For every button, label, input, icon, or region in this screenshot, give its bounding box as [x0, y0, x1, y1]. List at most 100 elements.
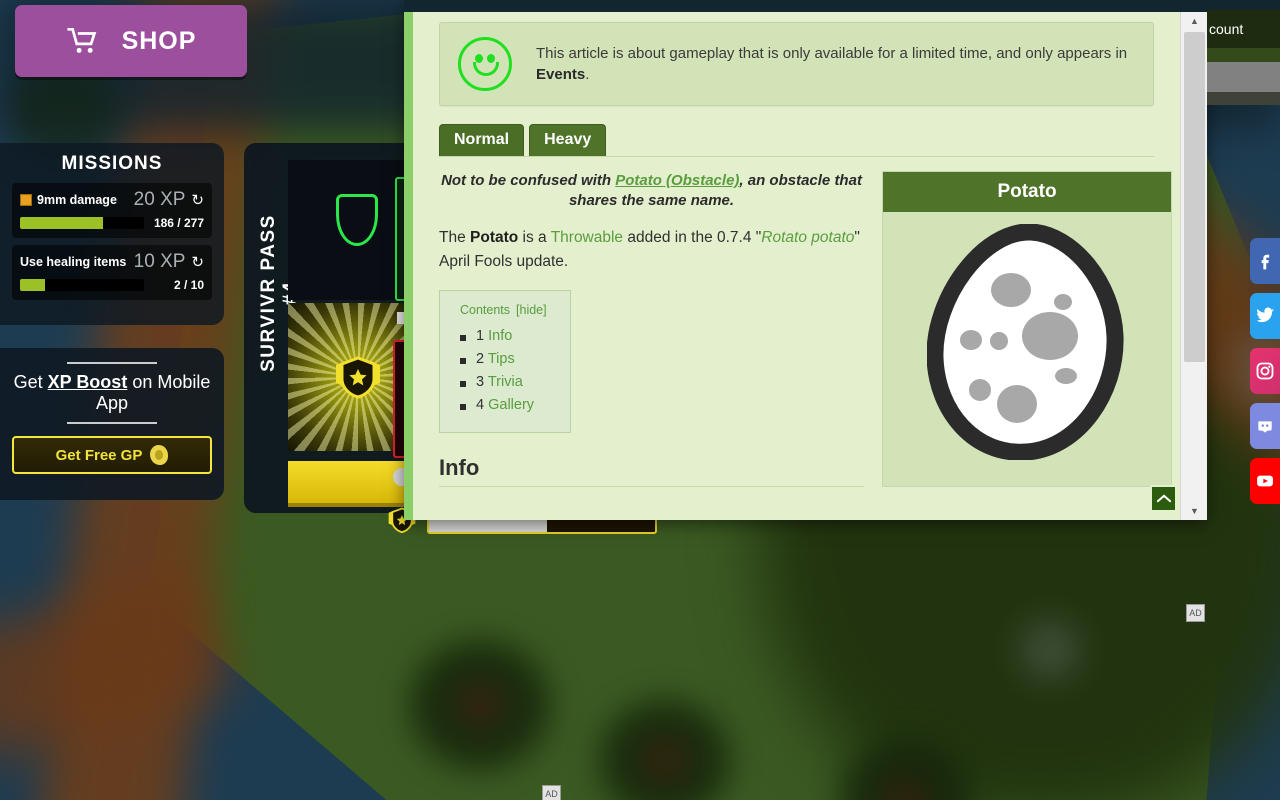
mission-item[interactable]: Use healing items 10 XP ↻ 2 / 10: [12, 245, 212, 300]
variant-tabs: Normal Heavy: [439, 124, 1154, 157]
toc-heading-label: Contents: [460, 302, 511, 317]
facebook-icon[interactable]: [1250, 238, 1280, 284]
toc-hide-toggle[interactable]: [hide]: [516, 303, 547, 317]
youtube-icon[interactable]: [1250, 458, 1280, 504]
toc-item: 3 Trivia: [460, 373, 552, 390]
toc-num: 3: [476, 373, 485, 390]
bg-wiki-search-box[interactable]: [1207, 62, 1280, 92]
wiki-content: This article is about gameplay that is o…: [413, 12, 1180, 520]
mission-xp: 10 XP ↻: [134, 251, 204, 273]
throwable-link[interactable]: Throwable: [551, 229, 623, 246]
xp-boost-panel: Get XP Boost on Mobile App Get Free GP: [0, 348, 224, 500]
missions-title: MISSIONS: [61, 153, 163, 174]
mission-progress-bar: [20, 279, 144, 291]
potato-illustration-icon: [927, 224, 1124, 460]
divider: [67, 422, 157, 424]
notice-events-link[interactable]: Events: [536, 66, 585, 83]
get-free-gp-button[interactable]: Get Free GP: [12, 436, 212, 474]
ad-marker-right[interactable]: AD: [1186, 604, 1205, 622]
bg-wiki-create-account-link[interactable]: count: [1207, 10, 1280, 48]
intro-p3: added in the 0.7.4 ": [623, 228, 762, 246]
mission-label: Use healing items: [20, 255, 127, 269]
wiki-left-stripe: [404, 12, 413, 520]
wiki-scrollbar[interactable]: ▲ ▼: [1180, 12, 1207, 520]
scrollbar-thumb[interactable]: [1184, 32, 1205, 362]
mission-name-row: Use healing items: [20, 255, 126, 269]
toc-link-tips[interactable]: Tips: [488, 351, 515, 367]
mission-progress-label: 2 / 10: [173, 278, 204, 292]
shop-button-label: SHOP: [121, 26, 197, 55]
infobox: Potato: [882, 171, 1172, 487]
rotato-potato-link[interactable]: Rotato potato: [761, 229, 854, 246]
twitter-icon[interactable]: [1250, 293, 1280, 339]
shopping-cart-icon: [66, 27, 100, 54]
toc-link-gallery[interactable]: Gallery: [488, 397, 534, 413]
divider: [67, 362, 157, 364]
discord-icon[interactable]: [1250, 403, 1280, 449]
mission-label: 9mm damage: [37, 193, 117, 207]
intro-p2: is a: [518, 228, 551, 246]
hatnote-before: Not to be confused with: [441, 172, 616, 189]
smiley-face-icon: [458, 37, 512, 91]
potato-obstacle-link[interactable]: Potato (Obstacle): [615, 172, 739, 189]
mission-item[interactable]: 9mm damage 20 XP ↻ 186 / 277: [12, 183, 212, 238]
social-rail: [1250, 238, 1280, 513]
toc-item: 2 Tips: [460, 350, 552, 367]
mission-xp: 20 XP ↻: [134, 189, 204, 211]
refresh-icon[interactable]: ↻: [191, 253, 204, 271]
notice-text-before: This article is about gameplay that is o…: [536, 45, 1128, 62]
xp-prefix: Get: [13, 372, 48, 392]
missions-panel: MISSIONS 9mm damage 20 XP ↻ 186 / 277 Us…: [0, 143, 224, 325]
instagram-icon[interactable]: [1250, 348, 1280, 394]
tab-normal[interactable]: Normal: [439, 124, 525, 156]
toc-item: 1 Info: [460, 327, 552, 344]
notice-text-after: .: [585, 66, 590, 83]
limited-time-notice: This article is about gameplay that is o…: [439, 22, 1154, 106]
section-heading-info: Info: [439, 455, 864, 487]
refresh-icon[interactable]: ↻: [191, 191, 204, 209]
toc-item: 4 Gallery: [460, 396, 552, 413]
shop-button[interactable]: SHOP: [15, 5, 247, 77]
infobox-title: Potato: [883, 172, 1171, 212]
notice-text: This article is about gameplay that is o…: [536, 43, 1135, 85]
xp-boost-text: Get XP Boost on Mobile App: [12, 372, 212, 414]
intro-p1: The: [439, 228, 471, 246]
article-body: Not to be confused with Potato (Obstacle…: [439, 171, 864, 487]
background-wiki-page: count: [1207, 0, 1280, 105]
mission-name-row: 9mm damage: [20, 193, 117, 207]
toc-heading: Contents [hide]: [454, 301, 552, 318]
intro-paragraph: The Potato is a Throwable added in the 0…: [439, 226, 864, 274]
toc-link-trivia[interactable]: Trivia: [488, 374, 523, 390]
bg-wiki-topbar: [1207, 0, 1280, 10]
mission-progress-bar: [20, 217, 144, 229]
wiki-topbar: [404, 0, 1207, 12]
map-rock: [1020, 620, 1080, 680]
hatnote: Not to be confused with Potato (Obstacle…: [439, 171, 864, 212]
toc-num: 1: [476, 327, 485, 344]
get-free-gp-label: Get Free GP: [55, 446, 143, 464]
ammo-icon: [20, 194, 32, 206]
mission-xp-value: 20 XP: [133, 189, 186, 210]
map-bush: [410, 640, 550, 770]
toc-num: 4: [476, 396, 485, 413]
scroll-down-arrow[interactable]: ▼: [1181, 502, 1208, 520]
gp-coin-icon: [150, 445, 169, 465]
mission-progress-label: 186 / 277: [153, 216, 204, 230]
ad-marker-bottom[interactable]: AD: [542, 785, 561, 800]
scroll-up-arrow[interactable]: ▲: [1181, 12, 1208, 30]
chevron-up-icon: [1156, 494, 1171, 503]
toc-link-info[interactable]: Info: [488, 328, 512, 344]
bg-wiki-subbar: [1207, 48, 1280, 62]
bg-wiki-underbar: [1207, 92, 1280, 105]
intro-bold: Potato: [470, 228, 519, 246]
back-to-top-button[interactable]: [1150, 485, 1177, 512]
table-of-contents: Contents [hide] 1 Info 2 Tips 3 Trivia 4 …: [439, 289, 571, 433]
shield-icon: [336, 194, 378, 246]
wiki-window: This article is about gameplay that is o…: [404, 0, 1207, 520]
pass-badge-icon: [336, 356, 380, 399]
infobox-image: [883, 212, 1171, 472]
mission-xp-value: 10 XP: [133, 251, 186, 272]
xp-bold: XP Boost: [47, 372, 128, 392]
tab-heavy[interactable]: Heavy: [529, 124, 607, 156]
toc-num: 2: [476, 350, 485, 367]
